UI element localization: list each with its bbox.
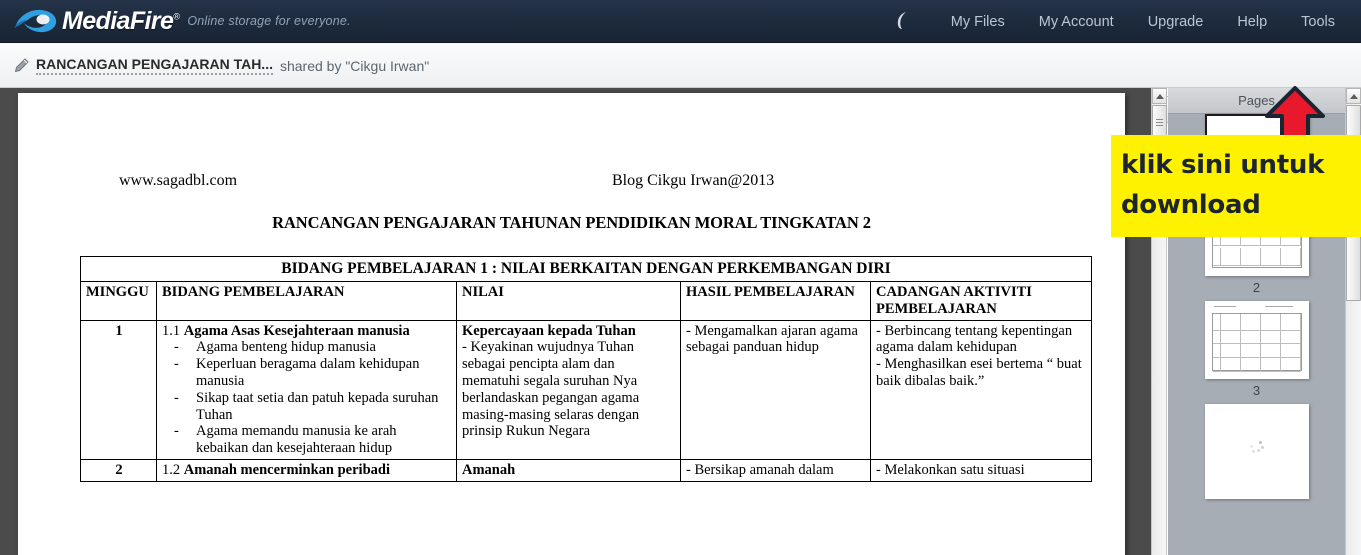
annotation-line-2: download [1121, 190, 1261, 221]
mediafire-document-viewer-page: MediaFire® Online storage for everyone. … [0, 0, 1361, 555]
brand-tagline: Online storage for everyone. [187, 14, 351, 28]
top-navigation-bar: MediaFire® Online storage for everyone. … [0, 0, 1361, 43]
document-title: RANCANGAN PENGAJARAN TAHUNAN PENDIDIKAN … [272, 213, 871, 232]
nav-item-help[interactable]: Help [1237, 14, 1267, 30]
annotation-note: klik sini untuk download [1111, 135, 1361, 237]
nilai-body: - Keyakinan wujudnya Tuhan sebagai penci… [462, 339, 640, 440]
cell-bidang: 1.1 Agama Asas Kesejahteraan manusia Aga… [156, 319, 457, 461]
nav-item-tools[interactable]: Tools [1301, 14, 1335, 30]
nilai-title: Kepercayaan kepada Tuhan [462, 322, 636, 339]
bidang-point: Agama memandu manusia ke arah kebaikan d… [174, 423, 452, 457]
main-nav: My Files My Account Upgrade Help Tools [894, 0, 1361, 43]
registered-mark: ® [173, 11, 180, 22]
triangle-up-icon [1349, 93, 1358, 99]
cell-minggu: 2 [80, 459, 157, 482]
document-header-left: www.sagadbl.com [119, 172, 238, 189]
nav-item-my-account[interactable]: My Account [1039, 14, 1114, 30]
nav-item-my-files[interactable]: My Files [951, 14, 1005, 30]
thumbnail-mini-table [1211, 313, 1302, 372]
document-viewer[interactable]: www.sagadbl.com Blog Cikgu Irwan@2013 RA… [0, 88, 1151, 555]
brand-name: MediaFire® [62, 6, 180, 35]
cell-hasil: - Mengamalkan ajaran agama sebagai pandu… [680, 319, 871, 461]
bidang-point: Sikap taat setia dan patuh kepada suruha… [174, 390, 452, 424]
list-item[interactable] [1168, 404, 1345, 503]
cell-nilai: Kepercayaan kepada Tuhan - Keyakinan wuj… [456, 319, 681, 461]
mediafire-logo[interactable]: MediaFire® Online storage for everyone. [14, 4, 351, 38]
page-thumbnail[interactable] [1204, 301, 1309, 379]
column-header-nilai: NILAI [456, 280, 681, 321]
annotation-line-1: klik sini untuk [1121, 150, 1325, 180]
nav-item-upgrade[interactable]: Upgrade [1148, 14, 1204, 30]
file-toolbar: RANCANGAN PENGAJARAN TAH... shared by "C… [0, 43, 1361, 123]
table-row: 1 1.1 Agama Asas Kesejahteraan manusia A… [80, 319, 1093, 461]
thumbnail-label: 3 [1252, 383, 1261, 398]
cell-cadangan: - Berbincang tentang kepentingan agama d… [869, 319, 1093, 461]
column-header-bidang: BIDANG PEMBELAJARAN [156, 280, 457, 321]
column-header-cadangan: CADANGAN AKTIVITI PEMBELAJARAN [869, 280, 1093, 321]
pencil-icon[interactable] [14, 58, 29, 73]
column-header-minggu: MINGGU [80, 280, 157, 321]
column-header-hasil: HASIL PEMBELAJARAN [680, 280, 871, 321]
table-band-title: BIDANG PEMBELAJARAN 1 : NILAI BERKAITAN … [79, 256, 1093, 282]
bidang-point: Keperluan beragama dalam kehidupan manus… [174, 356, 452, 390]
cell-hasil: - Bersikap amanah dalam [680, 459, 871, 482]
table-header-row: MINGGU BIDANG PEMBELAJARAN NILAI HASIL P… [80, 280, 1093, 321]
bidang-number: 1.2 [162, 462, 181, 479]
page-thumbnail-loading[interactable] [1204, 404, 1309, 499]
bidang-title: Amanah mencerminkan peribadi [183, 462, 390, 479]
table-row: 2 1.2 Amanah mencerminkan peribadi Amana… [80, 459, 1093, 482]
cell-bidang: 1.2 Amanah mencerminkan peribadi [156, 459, 457, 482]
scroll-up-button[interactable] [1152, 88, 1167, 104]
thumbnail-label: 2 [1252, 280, 1261, 295]
document-header-right: Blog Cikgu Irwan@2013 [612, 172, 775, 189]
table-band-row: BIDANG PEMBELAJARAN 1 : NILAI BERKAITAN … [79, 256, 1093, 282]
shared-by-label: shared by "Cikgu Irwan" [279, 57, 430, 74]
list-item[interactable]: 3 [1168, 301, 1345, 398]
cell-cadangan: - Melakonkan satu situasi [869, 459, 1093, 482]
scrollbar-thumb[interactable] [1152, 105, 1167, 139]
triangle-up-icon [1155, 93, 1164, 99]
curriculum-table: BIDANG PEMBELAJARAN 1 : NILAI BERKAITAN … [79, 256, 1093, 482]
bidang-title: Agama Asas Kesejahteraan manusia [183, 322, 410, 339]
file-name-label[interactable]: RANCANGAN PENGAJARAN TAH... [36, 56, 273, 75]
bidang-number: 1.1 [162, 322, 181, 339]
cell-nilai: Amanah [456, 459, 681, 482]
scroll-up-button[interactable] [1346, 88, 1361, 104]
bidang-points: Agama benteng hidup manusia Keperluan be… [162, 339, 452, 457]
mediafire-flame-icon [14, 8, 58, 34]
loading-spinner-icon [1249, 440, 1264, 455]
bidang-point: Agama benteng hidup manusia [174, 339, 452, 356]
grip-lines-icon [1156, 117, 1163, 128]
document-page: www.sagadbl.com Blog Cikgu Irwan@2013 RA… [18, 93, 1125, 555]
file-title-area: RANCANGAN PENGAJARAN TAH... shared by "C… [14, 43, 429, 88]
phone-icon[interactable] [894, 10, 912, 34]
cell-minggu: 1 [80, 319, 157, 461]
